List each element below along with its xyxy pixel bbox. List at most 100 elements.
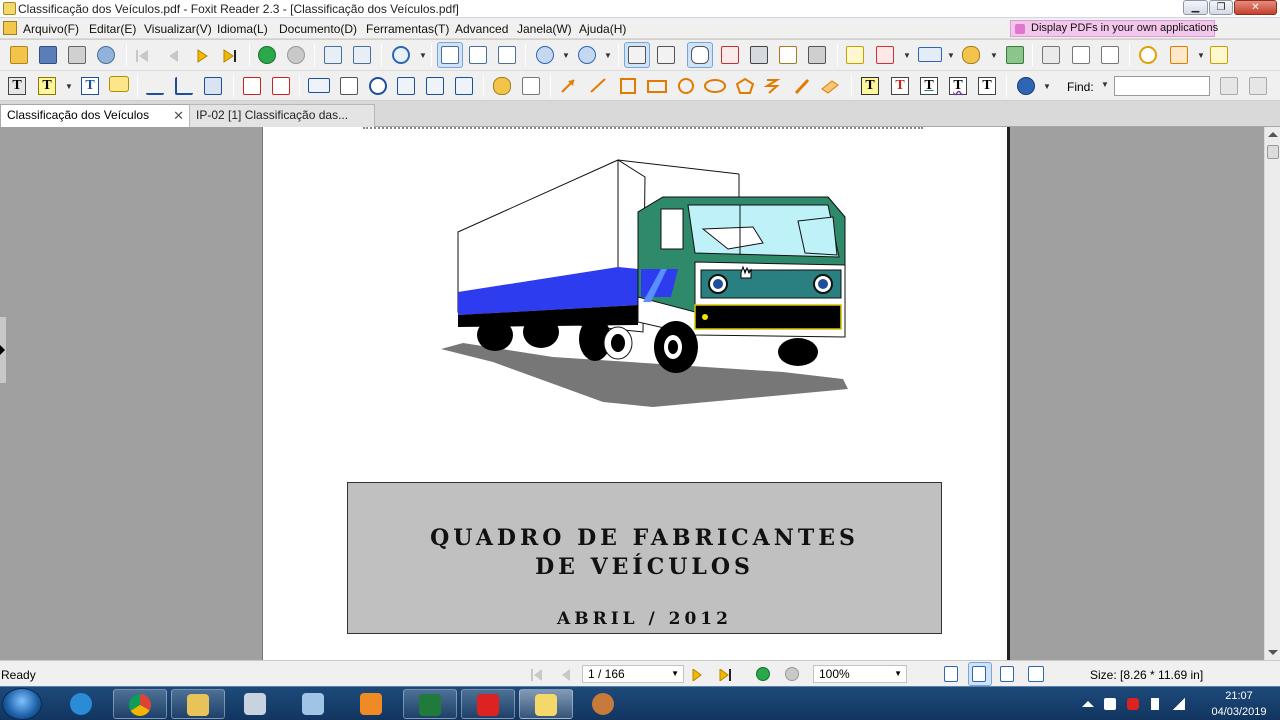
network-signal-icon[interactable]: [1173, 698, 1185, 710]
menu-visualizar[interactable]: Visualizar(V): [144, 22, 212, 36]
taskbar-excel[interactable]: [403, 689, 457, 719]
hand-tool-icon[interactable]: [691, 46, 709, 64]
text-box-icon[interactable]: T: [38, 77, 56, 95]
print-icon[interactable]: [68, 46, 86, 64]
menu-ajuda[interactable]: Ajuda(H): [579, 22, 626, 36]
status-go-forward-icon[interactable]: [785, 667, 799, 681]
note-icon[interactable]: [109, 76, 129, 92]
last-page-icon[interactable]: [719, 669, 731, 681]
taskbar-notepad[interactable]: [287, 689, 341, 719]
text-field-form-icon[interactable]: [308, 78, 330, 93]
combo-box-icon[interactable]: [426, 77, 444, 95]
polygon-tool-icon[interactable]: [1139, 46, 1157, 64]
rotate-left-icon[interactable]: [324, 46, 342, 64]
continuous-page-icon[interactable]: [972, 666, 986, 682]
taskbar-media-player[interactable]: [345, 689, 399, 719]
callout-icon[interactable]: T: [81, 77, 99, 95]
rotate-right-icon[interactable]: [353, 46, 371, 64]
text-field-dropdown-icon[interactable]: ▼: [947, 51, 955, 60]
text-box-dropdown-icon[interactable]: ▼: [65, 82, 73, 91]
vertical-scrollbar[interactable]: [1264, 127, 1280, 660]
panel-toggle-handle[interactable]: [0, 317, 6, 383]
underline-text-icon[interactable]: T: [920, 77, 938, 95]
edit-form-dropdown-icon[interactable]: ▼: [903, 51, 911, 60]
document-menu-icon[interactable]: [3, 21, 17, 35]
zoom-in-dropdown-icon[interactable]: ▼: [604, 51, 612, 60]
tab-ip-02[interactable]: IP-02 [1] Classificação das...: [189, 104, 375, 127]
push-button-icon[interactable]: [455, 77, 473, 95]
area-icon[interactable]: [204, 77, 222, 95]
page-text-icon[interactable]: [1101, 46, 1119, 64]
rectangle-icon[interactable]: [647, 80, 667, 93]
select-text-icon[interactable]: [628, 46, 646, 64]
taskbar-foxit-reader[interactable]: [519, 689, 573, 719]
attach-file-icon[interactable]: [962, 46, 980, 64]
zoom-dropdown-icon[interactable]: ▼: [894, 666, 902, 682]
strikeout-text-icon[interactable]: T: [891, 77, 909, 95]
scroll-down-icon[interactable]: [1268, 650, 1278, 655]
open-folder-icon[interactable]: [10, 46, 28, 64]
arrow-tool-icon[interactable]: [1170, 46, 1188, 64]
highlight-text-icon[interactable]: T: [861, 77, 879, 95]
scroll-up-icon[interactable]: [1268, 132, 1278, 137]
taskbar-calculator[interactable]: [229, 689, 283, 719]
fit-page-icon[interactable]: [469, 46, 487, 64]
action-center-flag-icon[interactable]: [1151, 698, 1163, 710]
menu-idioma[interactable]: Idioma(L): [217, 22, 268, 36]
image-icon[interactable]: [1006, 46, 1024, 64]
first-page-icon[interactable]: [531, 669, 542, 681]
facing-pages-icon[interactable]: [1000, 666, 1014, 682]
text-viewer-icon[interactable]: T: [8, 77, 26, 95]
zoom-dropdown-icon[interactable]: ▼: [419, 51, 427, 60]
squiggly-text-icon[interactable]: T: [949, 77, 967, 95]
menu-documento[interactable]: Documento(D): [279, 22, 357, 36]
first-page-icon[interactable]: [136, 50, 148, 62]
last-page-icon[interactable]: [223, 49, 236, 63]
binoculars-icon[interactable]: [750, 46, 768, 64]
zoom-in-circle-icon[interactable]: [578, 46, 596, 64]
taskbar-file-explorer[interactable]: [171, 689, 225, 719]
go-forward-icon[interactable]: [287, 46, 305, 64]
tab-classificacao-veiculos[interactable]: Classificação dos Veículos ✕: [0, 104, 190, 127]
checkbox-icon[interactable]: [340, 77, 358, 95]
taskbar-chrome[interactable]: [113, 689, 167, 719]
find-input[interactable]: [1114, 76, 1210, 96]
eraser-icon[interactable]: [272, 77, 290, 95]
document-viewport[interactable]: QUADRO DE FABRICANTES DE VEÍCULOS ABRIL …: [0, 127, 1264, 660]
list-box-icon[interactable]: [397, 77, 415, 95]
typewriter-icon[interactable]: [779, 46, 797, 64]
next-page-icon[interactable]: [692, 669, 702, 681]
taskbar-acrobat[interactable]: [461, 689, 515, 719]
dropbox-icon[interactable]: [1104, 698, 1116, 710]
zoom-out-dropdown-icon[interactable]: ▼: [562, 51, 570, 60]
go-back-icon[interactable]: [258, 46, 276, 64]
info-icon[interactable]: [1017, 77, 1035, 95]
form-edit-icon[interactable]: [1042, 46, 1060, 64]
page-number-field[interactable]: 1 / 166 ▼: [582, 665, 684, 683]
square-icon[interactable]: [620, 78, 636, 94]
close-tab-icon[interactable]: ✕: [173, 105, 184, 126]
fit-width-icon[interactable]: [498, 46, 516, 64]
start-button[interactable]: [2, 688, 42, 720]
taskbar-mitt-app[interactable]: [577, 689, 631, 719]
antivirus-icon[interactable]: [1127, 698, 1139, 710]
menu-editar[interactable]: Editar(E): [89, 22, 136, 36]
arrow-select-icon[interactable]: [846, 46, 864, 64]
show-hidden-icons-icon[interactable]: [1082, 701, 1094, 707]
pencil-draw-icon[interactable]: [794, 78, 810, 95]
perimeter-icon[interactable]: [175, 77, 193, 95]
attachment-icon[interactable]: [493, 77, 511, 95]
previous-page-icon[interactable]: [562, 669, 570, 681]
line-icon[interactable]: [590, 78, 606, 93]
snapshot-icon[interactable]: [657, 46, 675, 64]
distance-icon[interactable]: [146, 77, 164, 95]
zoom-select[interactable]: 100% ▼: [813, 665, 907, 683]
arrow-tool-dropdown-icon[interactable]: ▼: [1197, 51, 1205, 60]
sound-icon[interactable]: [522, 77, 540, 95]
polyline-icon[interactable]: [763, 79, 781, 94]
zoom-in-icon[interactable]: [392, 46, 410, 64]
scroll-thumb[interactable]: [1267, 145, 1279, 159]
close-button[interactable]: ✕: [1234, 0, 1277, 15]
actual-size-icon[interactable]: [441, 46, 459, 64]
info-dropdown-icon[interactable]: ▼: [1043, 82, 1051, 91]
